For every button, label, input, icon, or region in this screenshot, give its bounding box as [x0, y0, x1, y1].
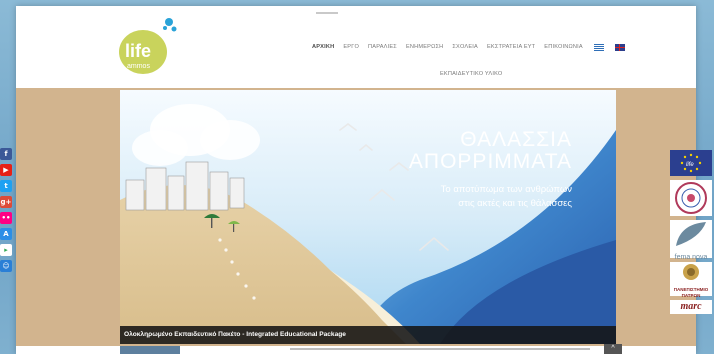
social-sidebar: f ▶ t g+ •• A ▸ ☺: [0, 148, 12, 276]
life-ammos-logo[interactable]: life ammos: [111, 14, 183, 80]
nav-item-schools[interactable]: ΣΧΟΛΕΙΑ: [452, 44, 478, 50]
contacts-icon[interactable]: ☺: [0, 260, 12, 272]
nav-item-news[interactable]: ΕΝΗΜΕΡΩΣΗ: [406, 44, 443, 50]
greek-flag-icon[interactable]: [593, 43, 604, 51]
app-store-icon[interactable]: A: [0, 228, 12, 240]
slide-title-line2: ΑΠΟΡΡΙΜΜΑΤΑ: [408, 150, 572, 173]
slide-caption[interactable]: Ολοκληρωμένο Εκπαιδευτικό Πακέτο - Integ…: [120, 326, 616, 344]
slide-title-line1: ΘΑΛΑΣΣΙΑ: [460, 128, 572, 151]
university-patras-text: ΠΑΝΕΠΙΣΤΗΜΙΟ ΠΑΤΡΩΝ: [673, 287, 709, 298]
hero-slider[interactable]: ΘΑΛΑΣΣΙΑ ΑΠΟΡΡΙΜΜΑΤΑ Το αποτύπωμα των αν…: [120, 90, 616, 344]
news-thumbnail[interactable]: [120, 346, 180, 354]
marc-logo[interactable]: marc: [670, 300, 712, 314]
youtube-icon[interactable]: ▶: [0, 164, 12, 176]
nav-item-beaches[interactable]: ΠΑΡΑΛΙΕΣ: [368, 44, 397, 50]
nav-item-project[interactable]: ΕΡΓΟ: [343, 44, 359, 50]
nav-active-indicator: [316, 12, 338, 14]
twitter-icon[interactable]: t: [0, 180, 12, 192]
news-text-line: [290, 348, 590, 350]
university-patras-logo[interactable]: ΠΑΝΕΠΙΣΤΗΜΙΟ ΠΑΤΡΩΝ: [670, 262, 712, 298]
page: life ammos ΑΡΧΙΚΗ ΕΡΓΟ ΠΑΡΑΛΙΕΣ ΕΝΗΜΕΡΩΣ…: [16, 6, 696, 354]
svg-text:life: life: [686, 162, 694, 168]
fema-nova-logo[interactable]: fema nova: [670, 220, 712, 261]
header: life ammos ΑΡΧΙΚΗ ΕΡΓΟ ΠΑΡΑΛΙΕΣ ΕΝΗΜΕΡΩΣ…: [16, 6, 696, 88]
nav-item-home[interactable]: ΑΡΧΙΚΗ: [312, 44, 334, 50]
slide-subtitle-line1: Το αποτύπωμα των ανθρώπων: [440, 184, 572, 195]
partner-logos: life fema nova ΠΑΝΕΠΙΣΤΗΜΙΟ ΠΑΤΡΩΝ marc: [670, 150, 714, 318]
google-plus-icon[interactable]: g+: [0, 196, 12, 208]
nav-item-educational-material[interactable]: ΕΚΠΑΙΔΕΥΤΙΚΟ ΥΛΙΚΟ: [440, 71, 502, 77]
slide-subtitle-line2: στις ακτές και τις θάλασσες: [458, 198, 572, 209]
scroll-top-button[interactable]: ^: [604, 344, 622, 354]
google-play-icon[interactable]: ▸: [0, 244, 12, 256]
english-flag-icon[interactable]: [614, 43, 625, 51]
fema-nova-text: fema nova: [674, 254, 708, 261]
life-eu-logo[interactable]: life: [670, 150, 712, 176]
logo-word-bottom: ammos: [127, 63, 150, 70]
facebook-icon[interactable]: f: [0, 148, 12, 160]
municipality-seal-logo[interactable]: [670, 180, 712, 216]
logo-word-top: life: [125, 41, 151, 61]
nav-item-contact[interactable]: ΕΠΙΚΟΙΝΩΝΙΑ: [544, 44, 583, 50]
nav-item-campaign[interactable]: ΕΚΣΤΡΑΤΕΙΑ ΕΥΤ: [487, 44, 535, 50]
news-preview: [120, 346, 616, 354]
flickr-icon[interactable]: ••: [0, 212, 12, 224]
main-nav: ΑΡΧΙΚΗ ΕΡΓΟ ΠΑΡΑΛΙΕΣ ΕΝΗΜΕΡΩΣΗ ΣΧΟΛΕΙΑ Ε…: [312, 41, 672, 53]
